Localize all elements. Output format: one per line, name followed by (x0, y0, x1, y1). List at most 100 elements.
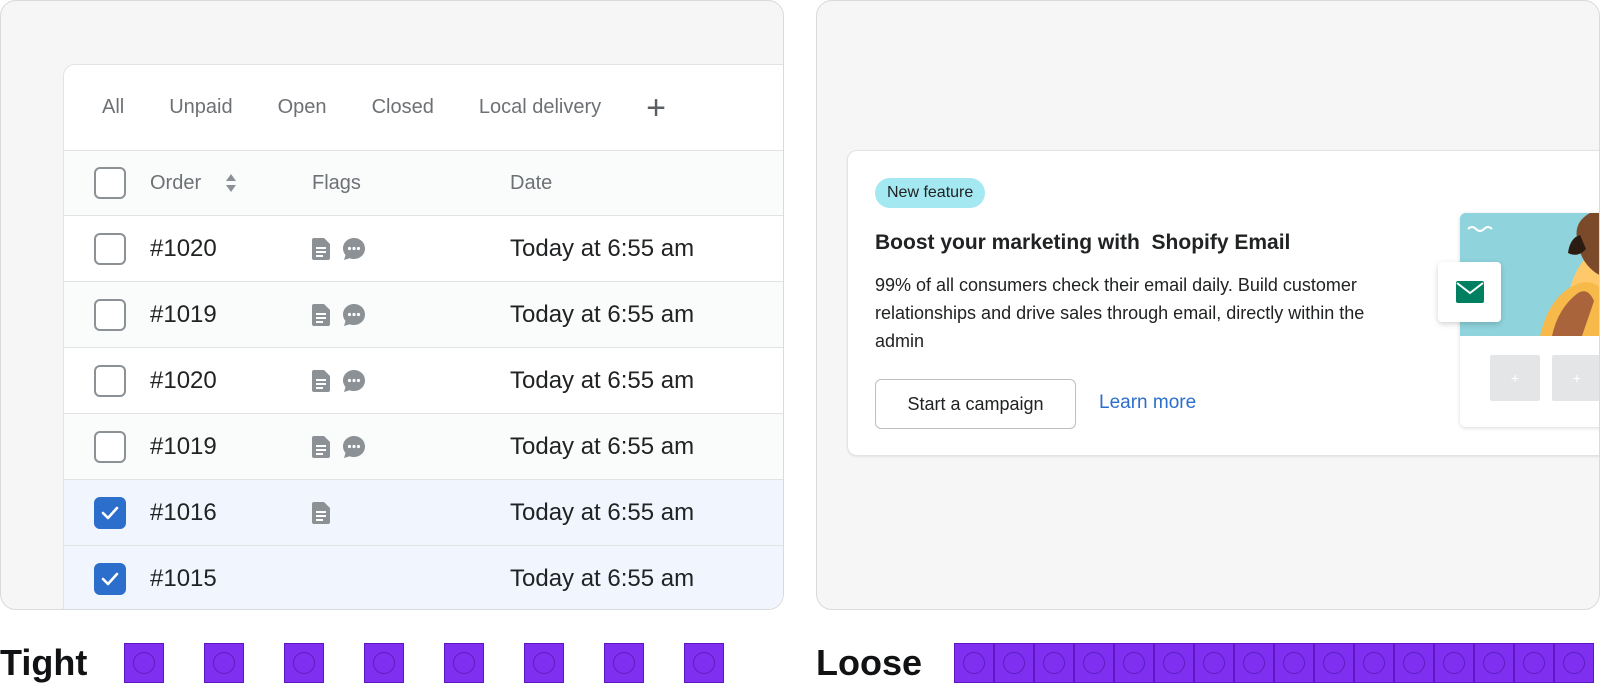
table-row[interactable]: #1016 Today at 6:55 am (64, 480, 783, 546)
circle-icon (963, 652, 985, 674)
circle-icon (1003, 652, 1025, 674)
sort-icon[interactable] (224, 172, 238, 194)
row-flags (312, 303, 366, 327)
document-icon (312, 369, 330, 392)
loose-label: Loose (816, 642, 923, 683)
document-icon (312, 237, 330, 260)
document-icon (312, 303, 330, 326)
row-checkbox[interactable] (94, 562, 126, 595)
spacing-block (1514, 643, 1554, 683)
placeholder-tile: + (1490, 355, 1540, 401)
row-checkbox[interactable] (94, 232, 126, 265)
order-number[interactable]: #1020 (150, 367, 217, 395)
order-number[interactable]: #1020 (150, 235, 217, 263)
select-all-checkbox[interactable] (94, 167, 126, 199)
placeholder-tile: + (1552, 355, 1599, 401)
tab-local-delivery[interactable]: Local delivery (479, 96, 601, 119)
row-checkbox[interactable] (94, 298, 126, 331)
spacing-block (284, 643, 324, 683)
order-column-header[interactable]: Order (150, 172, 201, 195)
row-flags (312, 435, 366, 459)
circle-icon (1523, 652, 1545, 674)
card-description: 99% of all consumers check their email d… (875, 275, 1365, 351)
circle-icon (1363, 652, 1385, 674)
circle-icon (1323, 652, 1345, 674)
row-checkbox[interactable] (94, 364, 126, 397)
circle-icon (1483, 652, 1505, 674)
order-date: Today at 6:55 am (510, 498, 695, 526)
chat-icon (342, 303, 366, 327)
circle-icon (1163, 652, 1185, 674)
order-number[interactable]: #1015 (150, 565, 217, 593)
tab-all[interactable]: All (102, 96, 124, 119)
spacing-block (1354, 643, 1394, 683)
tab-closed[interactable]: Closed (372, 96, 434, 119)
order-date: Today at 6:55 am (510, 300, 695, 328)
row-checkbox[interactable] (94, 430, 126, 463)
spacing-block (1234, 643, 1274, 683)
marketing-card: New feature Boost your marketing with Sh… (847, 150, 1599, 456)
spacing-block (204, 643, 244, 683)
row-flags (312, 237, 366, 261)
tab-open[interactable]: Open (278, 96, 327, 119)
circle-icon (133, 652, 155, 674)
chat-icon (342, 369, 366, 393)
circle-icon (373, 652, 395, 674)
spacing-block (1074, 643, 1114, 683)
card-title: Boost your marketing with Shopify Email (875, 231, 1291, 254)
circle-icon (533, 652, 555, 674)
spacing-block (1434, 643, 1474, 683)
table-row[interactable]: #1015 Today at 6:55 am (64, 546, 783, 609)
table-row[interactable]: #1020 Today at 6:55 am (64, 348, 783, 414)
table-header: Order Flags Date (64, 151, 783, 216)
spacing-block (604, 643, 644, 683)
circle-icon (1203, 652, 1225, 674)
marketing-panel: New feature Boost your marketing with Sh… (816, 0, 1600, 610)
table-row[interactable]: #1019 Today at 6:55 am (64, 282, 783, 348)
spacing-block (1554, 643, 1594, 683)
document-icon (312, 501, 330, 524)
spacing-block (1274, 643, 1314, 683)
email-badge (1438, 262, 1501, 322)
circle-icon (1043, 652, 1065, 674)
add-tab-button[interactable]: + (646, 91, 666, 125)
start-campaign-button[interactable]: Start a campaign (875, 379, 1076, 429)
spacing-block (1114, 643, 1154, 683)
chat-icon (342, 237, 366, 261)
circle-icon (293, 652, 315, 674)
new-feature-badge: New feature (875, 178, 986, 208)
date-column-header: Date (510, 171, 553, 194)
spacing-block (1394, 643, 1434, 683)
order-number[interactable]: #1016 (150, 499, 217, 527)
order-number[interactable]: #1019 (150, 433, 217, 461)
tab-unpaid[interactable]: Unpaid (169, 96, 232, 119)
row-checkbox[interactable] (94, 496, 126, 529)
orders-table: All Unpaid Open Closed Local delivery + … (63, 64, 783, 609)
spacing-block (444, 643, 484, 683)
circle-icon (453, 652, 475, 674)
spacing-block (954, 643, 994, 683)
spacing-block (1154, 643, 1194, 683)
spacing-block (1314, 643, 1354, 683)
order-date: Today at 6:55 am (510, 366, 695, 394)
table-row[interactable]: #1019 Today at 6:55 am (64, 414, 783, 480)
envelope-icon (1455, 281, 1484, 303)
table-row[interactable]: #1020 Today at 6:55 am (64, 216, 783, 282)
table-body: #1020 Today at 6:55 am #1019 Today at 6:55 … (64, 216, 783, 609)
order-tabs: All Unpaid Open Closed Local delivery + (64, 65, 783, 151)
circle-icon (1123, 652, 1145, 674)
spacing-block (994, 643, 1034, 683)
circle-icon (213, 652, 235, 674)
circle-icon (1243, 652, 1265, 674)
spacing-block (124, 643, 164, 683)
flags-column-header: Flags (312, 171, 361, 194)
circle-icon (1443, 652, 1465, 674)
learn-more-link[interactable]: Learn more (1099, 392, 1196, 414)
row-flags (312, 369, 366, 393)
spacing-block (1194, 643, 1234, 683)
document-icon (312, 435, 330, 458)
spacing-block (1034, 643, 1074, 683)
orders-panel: All Unpaid Open Closed Local delivery + … (0, 0, 784, 610)
spacing-block (364, 643, 404, 683)
order-number[interactable]: #1019 (150, 301, 217, 329)
